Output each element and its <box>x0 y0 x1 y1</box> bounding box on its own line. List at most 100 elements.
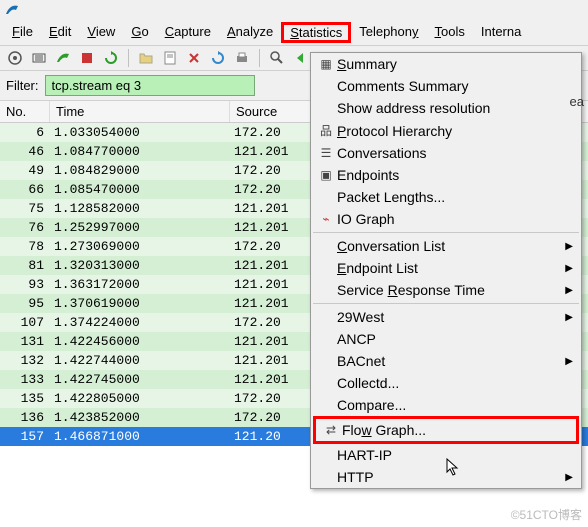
cell-no: 76 <box>0 218 50 237</box>
cell-source: 121.201 <box>230 332 320 351</box>
cell-no: 136 <box>0 408 50 427</box>
cell-time: 1.273069000 <box>50 237 230 256</box>
cell-time: 1.422805000 <box>50 389 230 408</box>
menu-internals[interactable]: Interna <box>473 22 529 43</box>
wireshark-icon <box>4 2 20 18</box>
submenu-arrow-icon: ▶ <box>565 241 577 252</box>
cell-time: 1.085470000 <box>50 180 230 199</box>
menu-item-packet-lengths[interactable]: Packet Lengths... <box>311 186 581 208</box>
menu-item-endpoint-list[interactable]: Endpoint List▶ <box>311 257 581 279</box>
col-header-source[interactable]: Source <box>230 101 320 122</box>
menu-view[interactable]: View <box>79 22 123 43</box>
cell-source: 172.20 <box>230 180 320 199</box>
cell-source: 121.201 <box>230 294 320 313</box>
cell-no: 75 <box>0 199 50 218</box>
menu-item-ancp[interactable]: ANCP <box>311 328 581 350</box>
find-icon[interactable] <box>268 49 286 67</box>
submenu-arrow-icon: ▶ <box>565 356 577 367</box>
cell-source: 172.20 <box>230 313 320 332</box>
menu-telephony[interactable]: Telephony <box>351 22 426 43</box>
cell-no: 135 <box>0 389 50 408</box>
menu-item-summary[interactable]: ▦Summary <box>311 53 581 75</box>
menu-item-29west[interactable]: 29West▶ <box>311 306 581 328</box>
menu-capture[interactable]: Capture <box>157 22 219 43</box>
cell-source: 172.20 <box>230 123 320 142</box>
menu-item-flow-graph[interactable]: ⇄Flow Graph... <box>316 419 576 441</box>
toolbar-separator <box>128 49 129 67</box>
menu-item-conversation-list[interactable]: Conversation List▶ <box>311 235 581 257</box>
menu-item-http[interactable]: HTTP▶ <box>311 466 581 488</box>
cell-time: 1.252997000 <box>50 218 230 237</box>
endpoints-icon: ▣ <box>315 168 337 182</box>
cell-time: 1.374224000 <box>50 313 230 332</box>
submenu-arrow-icon: ▶ <box>565 263 577 274</box>
cell-time: 1.128582000 <box>50 199 230 218</box>
submenu-arrow-icon: ▶ <box>565 472 577 483</box>
stop-capture-icon[interactable] <box>78 49 96 67</box>
cell-time: 1.320313000 <box>50 256 230 275</box>
filter-input[interactable] <box>45 75 255 96</box>
graph-icon: ⌁ <box>315 212 337 226</box>
menu-item-conversations[interactable]: ☰Conversations <box>311 142 581 164</box>
col-header-time[interactable]: Time <box>50 101 230 122</box>
go-back-icon[interactable] <box>292 49 310 67</box>
menu-item-compare[interactable]: Compare... <box>311 394 581 416</box>
menu-item-bacnet[interactable]: BACnet▶ <box>311 350 581 372</box>
cell-no: 78 <box>0 237 50 256</box>
cell-no: 95 <box>0 294 50 313</box>
cell-no: 132 <box>0 351 50 370</box>
restart-capture-icon[interactable] <box>102 49 120 67</box>
menu-statistics[interactable]: Statistics <box>281 22 351 43</box>
menu-item-io-graph[interactable]: ⌁IO Graph <box>311 208 581 230</box>
interfaces-icon[interactable] <box>6 49 24 67</box>
menubar: File Edit View Go Capture Analyze Statis… <box>0 20 588 46</box>
options-icon[interactable] <box>30 49 48 67</box>
cell-source: 121.201 <box>230 370 320 389</box>
cell-no: 157 <box>0 427 50 446</box>
menu-item-show-addr[interactable]: Show address resolution <box>311 97 581 119</box>
menu-item-comments-summary[interactable]: Comments Summary <box>311 75 581 97</box>
menu-item-service-response[interactable]: Service Response Time▶ <box>311 279 581 301</box>
menu-item-endpoints[interactable]: ▣Endpoints <box>311 164 581 186</box>
menu-go[interactable]: Go <box>123 22 156 43</box>
cell-source: 121.201 <box>230 142 320 161</box>
cell-time: 1.033054000 <box>50 123 230 142</box>
cell-source: 172.20 <box>230 237 320 256</box>
flow-graph-icon: ⇄ <box>320 423 342 437</box>
menu-tools[interactable]: Tools <box>427 22 473 43</box>
cell-source: 121.201 <box>230 218 320 237</box>
menu-item-hart-ip[interactable]: HART-IP <box>311 444 581 466</box>
menu-edit[interactable]: Edit <box>41 22 79 43</box>
conversations-icon: ☰ <box>315 146 337 160</box>
cell-no: 49 <box>0 161 50 180</box>
cell-source: 121.201 <box>230 351 320 370</box>
cell-source: 121.201 <box>230 256 320 275</box>
menu-item-protocol-hierarchy[interactable]: 品Protocol Hierarchy <box>311 119 581 142</box>
save-file-icon[interactable] <box>161 49 179 67</box>
col-header-no[interactable]: No. <box>0 101 50 122</box>
summary-icon: ▦ <box>315 57 337 71</box>
toolbar-separator <box>259 49 260 67</box>
cell-source: 172.20 <box>230 408 320 427</box>
cell-time: 1.422745000 <box>50 370 230 389</box>
watermark: ©51CTO博客 <box>511 506 582 523</box>
cell-time: 1.363172000 <box>50 275 230 294</box>
start-capture-icon[interactable] <box>54 49 72 67</box>
menu-separator <box>313 303 579 304</box>
cell-time: 1.466871000 <box>50 427 230 446</box>
cell-source: 172.20 <box>230 161 320 180</box>
open-file-icon[interactable] <box>137 49 155 67</box>
cell-no: 81 <box>0 256 50 275</box>
menu-separator <box>313 232 579 233</box>
close-file-icon[interactable] <box>185 49 203 67</box>
menu-file[interactable]: File <box>4 22 41 43</box>
cell-time: 1.084829000 <box>50 161 230 180</box>
menu-analyze[interactable]: Analyze <box>219 22 281 43</box>
filter-label: Filter: <box>6 78 39 93</box>
cell-source: 121.201 <box>230 199 320 218</box>
print-icon[interactable] <box>233 49 251 67</box>
reload-icon[interactable] <box>209 49 227 67</box>
submenu-arrow-icon: ▶ <box>565 312 577 323</box>
menu-item-collectd[interactable]: Collectd... <box>311 372 581 394</box>
cell-time: 1.422456000 <box>50 332 230 351</box>
